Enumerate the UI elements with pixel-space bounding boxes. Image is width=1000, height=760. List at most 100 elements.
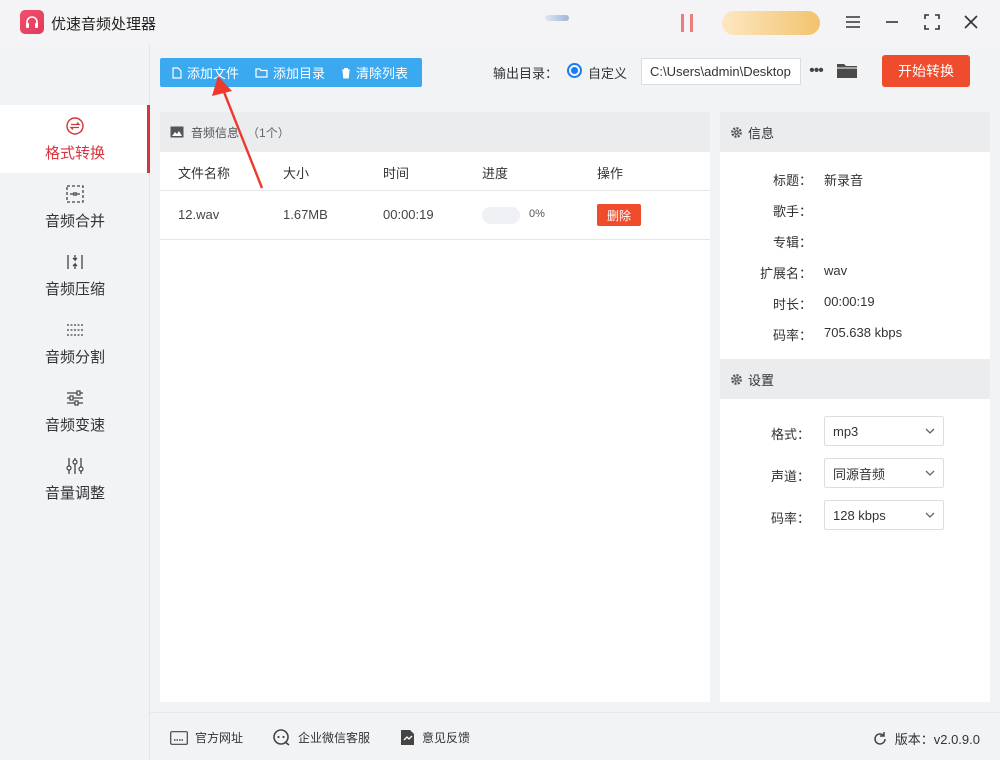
info-row-extension: 扩展名： wav (720, 263, 990, 283)
setting-bitrate: 码率： 128 kbps (720, 500, 990, 530)
sidebar-item-volume-adjust[interactable]: 音量调整 (0, 445, 150, 513)
file-list-panel: 音频信息 （1个） 文件名称 大小 时间 进度 操作 12.wav 1.67MB… (160, 112, 710, 702)
add-file-button[interactable]: 添加文件 (172, 58, 239, 87)
promo-badge[interactable] (545, 15, 569, 21)
setting-key: 码率： (770, 511, 810, 526)
table-header: 文件名称 大小 时间 进度 操作 (160, 152, 710, 191)
setting-channel: 声道： 同源音频 (720, 458, 990, 488)
sidebar-item-label: 音频压缩 (44, 280, 105, 298)
info-value: 新录音 (824, 173, 864, 188)
output-path-input[interactable] (641, 58, 801, 85)
info-row-duration: 时长： 00:00:19 (720, 294, 990, 314)
file-count: （1个） (247, 125, 290, 140)
file-list-header: 音频信息 （1个） (160, 112, 710, 152)
info-value: wav (824, 263, 848, 278)
add-folder-button[interactable]: 添加目录 (255, 58, 325, 87)
convert-icon (65, 116, 85, 136)
menu-icon[interactable] (838, 8, 868, 36)
image-icon (170, 126, 184, 138)
open-folder-icon[interactable] (836, 60, 860, 82)
feedback-link[interactable]: 意见反馈 (400, 729, 470, 746)
info-key: 扩展名： (759, 266, 812, 281)
merge-icon (65, 184, 85, 204)
sidebar: 格式转换 音频合并 音频压缩 音频分割 音频变速 音量调整 (0, 45, 150, 760)
info-value: 705.638 kbps (824, 325, 903, 340)
info-key: 专辑： (772, 235, 812, 250)
file-icon (172, 66, 182, 79)
website-label: 官方网址 (195, 731, 244, 745)
progress-text: 0% (529, 208, 545, 220)
file-size: 1.67MB (283, 207, 328, 222)
info-row-artist: 歌手： (720, 201, 990, 221)
select-value: 128 kbps (833, 507, 886, 523)
info-key: 时长： (772, 297, 812, 312)
trash-icon (342, 67, 351, 78)
table-row[interactable]: 12.wav 1.67MB 00:00:19 0% 删除 (160, 192, 710, 240)
output-dir-label: 输出目录： (493, 66, 559, 81)
website-link[interactable]: 官方网址 (170, 729, 243, 746)
promo-icon[interactable] (681, 14, 693, 32)
settings-header: 设置 (720, 359, 990, 399)
chevron-down-icon (925, 470, 935, 476)
chevron-down-icon (925, 428, 935, 434)
wechat-support-link[interactable]: 企业微信客服 (272, 729, 370, 746)
minimize-icon[interactable] (877, 8, 907, 36)
sidebar-item-label: 音频分割 (44, 348, 105, 366)
info-row-bitrate: 码率： 705.638 kbps (720, 325, 990, 345)
add-folder-label: 添加目录 (273, 66, 326, 81)
sidebar-item-audio-merge[interactable]: 音频合并 (0, 173, 150, 241)
app-logo-icon (20, 10, 44, 34)
properties-panel: 信息 标题： 新录音 歌手： 专辑： 扩展名： wav 时长： 00:00:19 码率… (720, 112, 990, 702)
feedback-label: 意见反馈 (422, 731, 471, 745)
sidebar-item-label: 音量调整 (44, 484, 105, 502)
sidebar-item-label: 音频合并 (44, 212, 105, 230)
vip-banner[interactable] (722, 11, 820, 35)
info-header: 信息 (720, 112, 990, 152)
start-convert-button[interactable]: 开始转换 (882, 55, 970, 87)
bitrate-select[interactable]: 128 kbps (824, 500, 944, 530)
sidebar-item-format-convert[interactable]: 格式转换 (0, 105, 150, 173)
file-button-group: 添加文件 添加目录 清除列表 (160, 58, 422, 87)
maximize-icon[interactable] (917, 8, 947, 36)
sidebar-item-audio-speed[interactable]: 音频变速 (0, 377, 150, 445)
setting-format: 格式： mp3 (720, 416, 990, 446)
file-list-title: 音频信息 (191, 125, 240, 140)
title-bar: 优速音频处理器 (0, 0, 1000, 45)
info-value: 00:00:19 (824, 294, 875, 309)
clear-list-button[interactable]: 清除列表 (341, 58, 408, 87)
sidebar-item-audio-split[interactable]: 音频分割 (0, 309, 150, 377)
column-header: 文件名称 (178, 166, 231, 181)
chevron-down-icon (925, 512, 935, 518)
custom-dir-label: 自定义 (588, 66, 628, 81)
format-select[interactable]: mp3 (824, 416, 944, 446)
speed-icon (65, 388, 85, 408)
info-title: 信息 (748, 125, 775, 141)
file-duration: 00:00:19 (383, 207, 434, 222)
channel-select[interactable]: 同源音频 (824, 458, 944, 488)
gear-icon (731, 126, 742, 138)
setting-key: 格式： (770, 427, 810, 442)
website-icon (170, 730, 188, 745)
close-icon[interactable] (956, 8, 986, 36)
version-label: 版本：v2.0.9.0 (894, 732, 980, 747)
delete-button[interactable]: 删除 (597, 204, 641, 226)
sidebar-item-audio-compress[interactable]: 音频压缩 (0, 241, 150, 309)
select-value: mp3 (833, 423, 859, 439)
sidebar-item-label: 音频变速 (44, 416, 105, 434)
clear-list-label: 清除列表 (356, 66, 409, 81)
info-key: 标题： (772, 173, 812, 188)
column-header: 时间 (383, 166, 410, 181)
wechat-label: 企业微信客服 (298, 731, 371, 745)
select-value: 同源音频 (833, 466, 886, 482)
sidebar-item-label: 格式转换 (44, 144, 105, 162)
custom-dir-radio[interactable] (567, 63, 582, 78)
column-header: 进度 (482, 166, 509, 181)
info-key: 歌手： (772, 204, 812, 219)
compress-icon (65, 252, 85, 272)
info-key: 码率： (772, 328, 812, 343)
add-file-label: 添加文件 (187, 66, 240, 81)
more-icon[interactable]: ••• (806, 60, 826, 82)
info-row-album: 专辑： (720, 232, 990, 252)
refresh-icon[interactable] (872, 731, 888, 747)
info-row-title: 标题： 新录音 (720, 170, 990, 190)
